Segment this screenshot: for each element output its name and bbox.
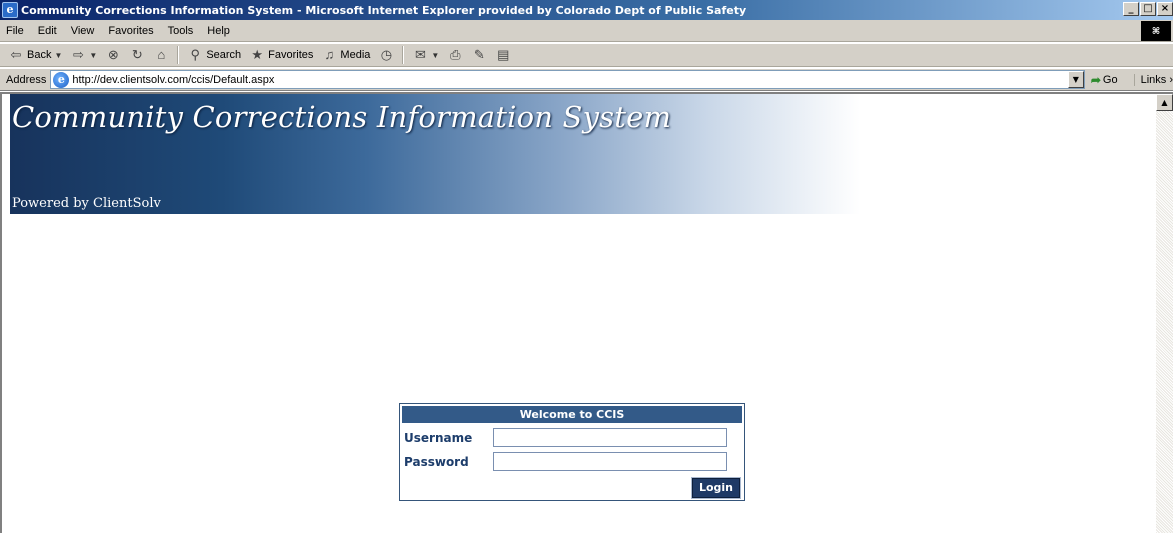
search-icon: ⚲ [190,47,201,62]
chevron-down-icon[interactable]: ▼ [54,51,62,60]
menu-favorites[interactable]: Favorites [101,25,160,37]
media-label: Media [340,49,371,61]
go-label: Go [1102,73,1118,86]
login-panel: Welcome to CCIS Username Password Login [399,403,745,501]
password-input[interactable] [493,452,727,471]
menu-tools[interactable]: Tools [161,25,201,37]
mail-icon: ✉ [414,47,426,62]
address-dropdown-button[interactable]: ▼ [1067,71,1084,88]
chevron-down-icon[interactable]: ▼ [89,51,97,60]
menu-bar: File Edit View Favorites Tools Help ⌘ [0,20,1173,42]
home-icon: ⌂ [157,47,166,62]
stop-icon: ⊗ [107,47,119,62]
window-controls: _ □ × [1122,2,1173,16]
refresh-icon: ↻ [131,47,143,62]
history-icon: ◷ [380,47,393,62]
history-button[interactable]: ◷ [374,47,398,63]
login-panel-inner: Welcome to CCIS Username Password Login [402,406,742,499]
document-icon: ▤ [497,47,510,62]
page-content: Community Corrections Information System… [0,92,1156,533]
ie-app-icon[interactable]: e [2,2,18,18]
edit-button[interactable]: ✎ [467,47,491,63]
media-button[interactable]: ♫ Media [317,47,374,63]
toolbar-separator [402,46,405,64]
stop-button[interactable]: ⊗ [101,47,125,63]
password-label: Password [404,454,469,469]
forward-button[interactable]: ⇨ ▼ [66,47,101,63]
search-button[interactable]: ⚲ Search [183,47,245,63]
print-button[interactable]: ⎙ [443,47,467,63]
username-row: Username [404,428,727,447]
media-icon: ♫ [324,47,335,62]
username-input[interactable] [493,428,727,447]
links-button[interactable]: Links › [1133,73,1173,86]
discuss-button[interactable]: ▤ [491,47,515,63]
favorites-icon: ★ [251,47,263,62]
menu-view[interactable]: View [64,25,102,37]
brand-logo-icon: ⌘ [1141,21,1171,41]
banner-title: Community Corrections Information System [12,100,672,134]
refresh-button[interactable]: ↻ [125,47,149,63]
mail-button[interactable]: ✉ ▼ [408,47,443,63]
vertical-scrollbar[interactable]: ▲ [1156,92,1173,533]
chevron-down-icon[interactable]: ▼ [431,51,439,60]
go-arrow-icon: ➦ [1090,72,1101,87]
forward-arrow-icon: ⇨ [72,47,84,62]
window-titlebar: e Community Corrections Information Syst… [0,0,1173,20]
menu-edit[interactable]: Edit [31,25,64,37]
search-label: Search [206,49,242,61]
address-label: Address [6,73,47,86]
favorites-label: Favorites [268,49,314,61]
print-icon: ⎙ [450,47,461,62]
back-button[interactable]: ⇦ Back ▼ [4,47,66,63]
minimize-button[interactable]: _ [1123,2,1139,16]
toolbar-separator [177,46,180,64]
back-arrow-icon: ⇦ [10,47,22,62]
window-title: Community Corrections Information System… [21,3,747,17]
menu-help[interactable]: Help [200,25,237,37]
favorites-button[interactable]: ★ Favorites [245,47,317,63]
edit-icon: ✎ [473,47,485,62]
ie-page-icon: e [53,71,70,88]
go-button[interactable]: ➦ Go [1091,73,1118,87]
header-banner: Community Corrections Information System… [10,94,860,214]
banner-subtitle: Powered by ClientSolv [12,196,161,211]
standard-toolbar: ⇦ Back ▼ ⇨ ▼ ⊗ ↻ ⌂ ⚲ Search ★ Favorites … [0,43,1173,67]
address-url[interactable]: http://dev.clientsolv.com/ccis/Default.a… [72,74,274,86]
username-label: Username [404,430,473,445]
password-row: Password [404,452,727,471]
maximize-button[interactable]: □ [1140,2,1156,16]
address-bar: Address e http://dev.clientsolv.com/ccis… [0,68,1173,91]
login-heading: Welcome to CCIS [402,406,742,423]
menu-file[interactable]: File [0,25,31,37]
login-button[interactable]: Login [690,477,742,499]
address-input[interactable]: e http://dev.clientsolv.com/ccis/Default… [50,70,1085,89]
close-button[interactable]: × [1157,2,1173,16]
home-button[interactable]: ⌂ [149,47,173,63]
scroll-up-button[interactable]: ▲ [1156,94,1173,111]
back-label: Back [27,49,52,61]
